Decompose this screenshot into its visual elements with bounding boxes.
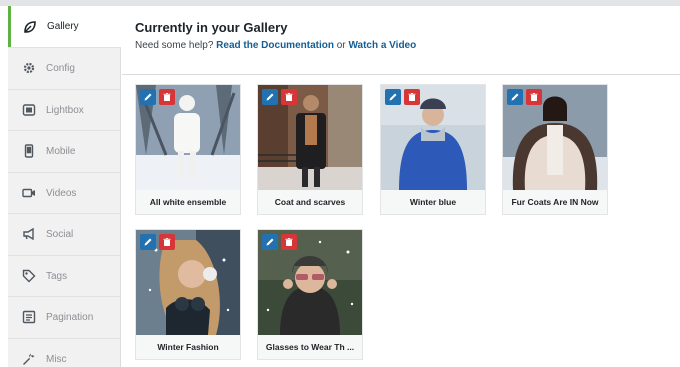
gallery-panel: Currently in your Gallery Need some help… bbox=[122, 6, 680, 367]
trash-icon bbox=[408, 93, 416, 101]
gallery-item[interactable]: Winter Fashion bbox=[135, 229, 241, 360]
image-caption: Winter Fashion bbox=[157, 342, 219, 352]
tag-icon bbox=[22, 269, 36, 283]
sidebar-item-label: Gallery bbox=[47, 21, 79, 32]
trash-icon bbox=[285, 93, 293, 101]
sidebar-item-label: Lightbox bbox=[46, 104, 84, 116]
gallery-item[interactable]: Fur Coats Are IN Now bbox=[502, 84, 608, 215]
gear-icon bbox=[22, 61, 36, 75]
mobile-icon bbox=[22, 144, 36, 158]
megaphone-icon bbox=[22, 227, 36, 241]
delete-button[interactable] bbox=[404, 89, 420, 105]
delete-button[interactable] bbox=[159, 89, 175, 105]
sidebar-item-social[interactable]: Social bbox=[8, 213, 121, 254]
gallery-item[interactable]: Coat and scarves bbox=[257, 84, 363, 215]
delete-button[interactable] bbox=[159, 234, 175, 250]
trash-icon bbox=[163, 93, 171, 101]
pencil-icon bbox=[266, 93, 274, 101]
edit-button[interactable] bbox=[507, 89, 523, 105]
delete-button[interactable] bbox=[281, 89, 297, 105]
delete-button[interactable] bbox=[281, 234, 297, 250]
image-caption: Glasses to Wear Th ... bbox=[265, 342, 355, 352]
documentation-link[interactable]: Read the Documentation bbox=[216, 40, 334, 51]
sidebar-item-lightbox[interactable]: Lightbox bbox=[8, 89, 121, 130]
sidebar-item-label: Tags bbox=[46, 270, 68, 282]
wrench-icon bbox=[22, 352, 36, 366]
image-caption: Fur Coats Are IN Now bbox=[511, 197, 599, 207]
sidebar-item-label: Pagination bbox=[46, 311, 94, 323]
sidebar-item-tags[interactable]: Tags bbox=[8, 255, 121, 296]
sidebar-item-misc[interactable]: Misc bbox=[8, 338, 121, 367]
trash-icon bbox=[163, 238, 171, 246]
page-title: Currently in your Gallery bbox=[135, 20, 288, 35]
trash-icon bbox=[530, 93, 538, 101]
pencil-icon bbox=[266, 238, 274, 246]
help-or: or bbox=[336, 40, 346, 51]
gallery-item[interactable]: Winter blue bbox=[380, 84, 486, 215]
image-caption: Winter blue bbox=[409, 197, 457, 207]
sidebar-item-label: Config bbox=[46, 62, 75, 74]
pencil-icon bbox=[144, 238, 152, 246]
sidebar-item-mobile[interactable]: Mobile bbox=[8, 130, 121, 171]
sidebar-item-videos[interactable]: Videos bbox=[8, 172, 121, 213]
pencil-icon bbox=[144, 93, 152, 101]
leaf-icon bbox=[23, 20, 37, 34]
settings-sidebar: Gallery Config Lightbox Mobile Videos So… bbox=[8, 6, 122, 367]
trash-icon bbox=[285, 238, 293, 246]
divider bbox=[122, 74, 680, 75]
image-caption: All white ensemble bbox=[149, 197, 227, 207]
watch-video-link[interactable]: Watch a Video bbox=[348, 40, 416, 51]
image-caption: Coat and scarves bbox=[274, 197, 346, 207]
gallery-item[interactable]: All white ensemble bbox=[135, 84, 241, 215]
video-icon bbox=[22, 186, 36, 200]
sidebar-item-label: Mobile bbox=[46, 145, 76, 157]
pencil-icon bbox=[511, 93, 519, 101]
edit-button[interactable] bbox=[140, 89, 156, 105]
sidebar-item-label: Videos bbox=[46, 187, 77, 199]
sidebar-item-label: Misc bbox=[46, 353, 67, 365]
lightbox-icon bbox=[22, 103, 36, 117]
sidebar-item-gallery[interactable]: Gallery bbox=[8, 6, 122, 47]
pencil-icon bbox=[389, 93, 397, 101]
edit-button[interactable] bbox=[262, 234, 278, 250]
sidebar-item-label: Social bbox=[46, 228, 74, 240]
help-text: Need some help? Read the Documentation o… bbox=[135, 40, 416, 51]
sidebar-item-config[interactable]: Config bbox=[8, 47, 121, 88]
edit-button[interactable] bbox=[140, 234, 156, 250]
delete-button[interactable] bbox=[526, 89, 542, 105]
sidebar-item-pagination[interactable]: Pagination bbox=[8, 296, 121, 337]
help-prefix: Need some help? bbox=[135, 40, 214, 51]
edit-button[interactable] bbox=[262, 89, 278, 105]
edit-button[interactable] bbox=[385, 89, 401, 105]
pagination-icon bbox=[22, 310, 36, 324]
gallery-item[interactable]: Glasses to Wear Th ... bbox=[257, 229, 363, 360]
